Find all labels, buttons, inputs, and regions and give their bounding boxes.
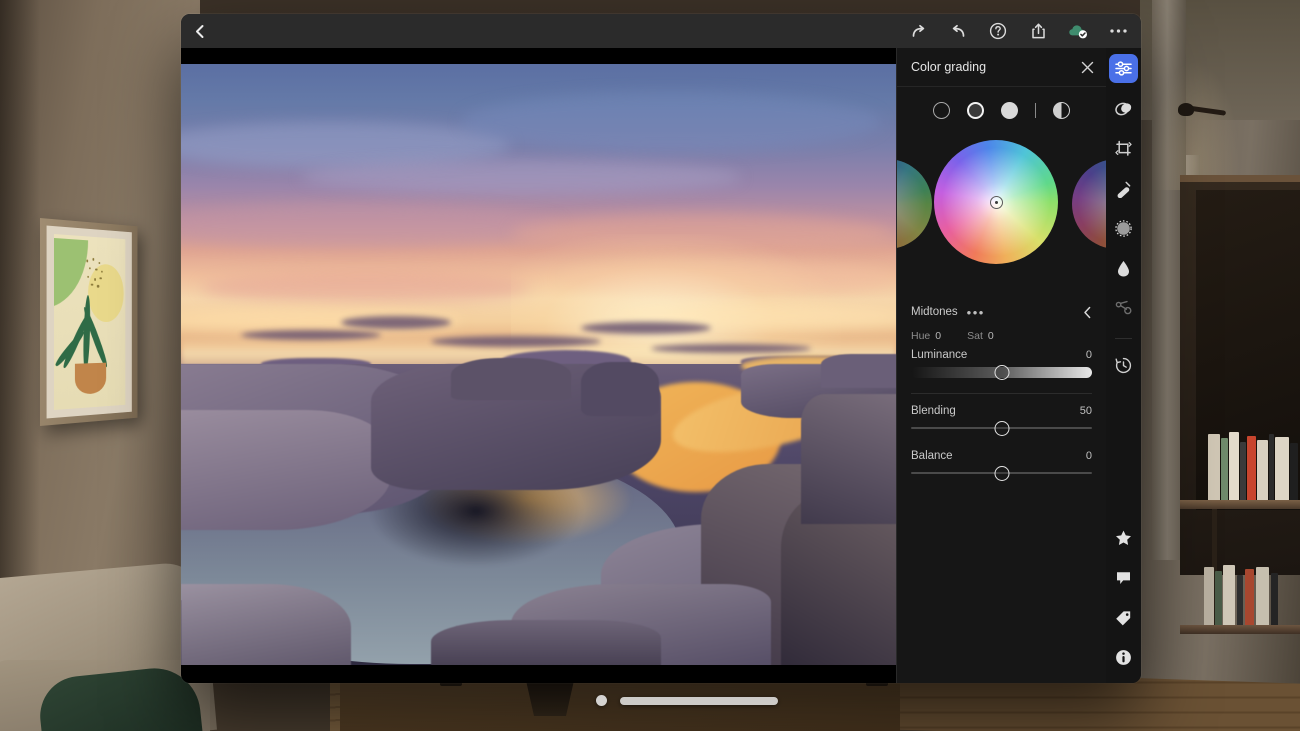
star-rating-icon[interactable] bbox=[1109, 523, 1138, 552]
rail-divider bbox=[1115, 338, 1132, 339]
cloud-synced-icon[interactable] bbox=[1067, 20, 1089, 42]
window-grabber-bar[interactable] bbox=[620, 697, 778, 705]
balance-slider-block: Balance 0 bbox=[897, 450, 1106, 481]
book-row-lower bbox=[1200, 560, 1300, 625]
table-top bbox=[340, 680, 900, 731]
artwork-image bbox=[54, 234, 126, 410]
hue-sat-readout: Hue 0 Sat 0 bbox=[897, 325, 1106, 347]
wall-sconce-head bbox=[1178, 103, 1194, 116]
healing-brush-icon[interactable] bbox=[1109, 174, 1138, 203]
luminance-slider-block: Luminance 0 bbox=[897, 349, 1106, 380]
more-options-icon[interactable] bbox=[1107, 20, 1129, 42]
hue-label: Hue bbox=[911, 330, 931, 342]
tone-tab-group bbox=[897, 87, 1106, 127]
luminance-knob[interactable] bbox=[994, 364, 1009, 380]
tone-section-header: Midtones ••• bbox=[897, 299, 1106, 325]
presets-icon[interactable] bbox=[1109, 294, 1138, 323]
comment-icon[interactable] bbox=[1109, 563, 1138, 592]
tone-section-label: Midtones bbox=[911, 306, 958, 318]
sat-value: 0 bbox=[987, 330, 994, 342]
hue-readout[interactable]: Hue 0 bbox=[911, 330, 941, 342]
luminance-label-row: Luminance 0 bbox=[911, 349, 1092, 361]
water-drop-icon[interactable] bbox=[1109, 254, 1138, 283]
info-icon[interactable] bbox=[1109, 643, 1138, 672]
tone-tab-global[interactable] bbox=[1053, 101, 1071, 119]
back-button[interactable] bbox=[181, 14, 217, 48]
tone-tab-midtones[interactable] bbox=[966, 101, 984, 119]
luminance-slider[interactable] bbox=[911, 364, 1092, 380]
hue-value: 0 bbox=[935, 330, 942, 342]
balance-value: 0 bbox=[1085, 450, 1092, 462]
bookshelf-plank-upper bbox=[1180, 500, 1300, 509]
color-wheel-carousel[interactable] bbox=[897, 131, 1106, 291]
blending-value: 50 bbox=[1079, 405, 1092, 417]
blending-knob[interactable] bbox=[994, 420, 1009, 436]
luminance-value: 0 bbox=[1085, 349, 1092, 361]
balance-label-row: Balance 0 bbox=[911, 450, 1092, 462]
balance-label: Balance bbox=[911, 450, 953, 462]
edit-sliders-icon[interactable] bbox=[1109, 54, 1138, 83]
app-window: Color grading Midtones ••• Hue 0 Sat 0 L… bbox=[181, 14, 1141, 683]
photo-canvas[interactable] bbox=[181, 48, 896, 683]
tool-rail bbox=[1106, 48, 1141, 683]
bookshelf-plank-lower bbox=[1180, 625, 1300, 634]
toolbar-actions bbox=[907, 20, 1141, 42]
panel-divider bbox=[911, 393, 1092, 394]
panel-title: Color grading bbox=[911, 60, 987, 74]
tone-tab-highlights[interactable] bbox=[1000, 101, 1018, 119]
color-wheel-cursor[interactable] bbox=[990, 196, 1003, 209]
blending-label-row: Blending 50 bbox=[911, 405, 1092, 417]
history-clock-icon[interactable] bbox=[1109, 351, 1138, 380]
tone-tab-shadows[interactable] bbox=[932, 101, 950, 119]
color-wheel-next[interactable] bbox=[1072, 159, 1106, 249]
sconce-glow bbox=[1150, 60, 1240, 190]
artwork-mat bbox=[46, 225, 132, 419]
redo-icon[interactable] bbox=[907, 20, 929, 42]
framed-artwork bbox=[40, 218, 138, 426]
crop-icon[interactable] bbox=[1109, 134, 1138, 163]
top-toolbar bbox=[181, 14, 1141, 48]
luminance-label: Luminance bbox=[911, 349, 968, 361]
window-close-dot[interactable] bbox=[596, 695, 607, 706]
blending-slider-block: Blending 50 bbox=[897, 405, 1106, 436]
photo-image bbox=[181, 64, 896, 665]
balance-knob[interactable] bbox=[994, 465, 1009, 481]
tone-more-icon[interactable]: ••• bbox=[967, 306, 985, 319]
sat-readout[interactable]: Sat 0 bbox=[967, 330, 994, 342]
panel-header: Color grading bbox=[897, 48, 1106, 87]
share-icon[interactable] bbox=[1027, 20, 1049, 42]
sat-label: Sat bbox=[967, 330, 983, 342]
radial-blur-icon[interactable] bbox=[1109, 214, 1138, 243]
color-grading-panel: Color grading Midtones ••• Hue 0 Sat 0 L… bbox=[896, 48, 1106, 683]
tone-tab-divider bbox=[1034, 102, 1037, 118]
undo-icon[interactable] bbox=[947, 20, 969, 42]
close-icon[interactable] bbox=[1081, 61, 1094, 74]
balance-slider[interactable] bbox=[911, 465, 1092, 481]
blending-label: Blending bbox=[911, 405, 956, 417]
color-wheel-previous[interactable] bbox=[897, 159, 932, 249]
collapse-chevron-icon[interactable] bbox=[1083, 306, 1092, 319]
masking-icon[interactable] bbox=[1109, 94, 1138, 123]
help-icon[interactable] bbox=[987, 20, 1009, 42]
tag-icon[interactable] bbox=[1109, 603, 1138, 632]
book-row-upper bbox=[1208, 430, 1300, 500]
blending-slider[interactable] bbox=[911, 420, 1092, 436]
